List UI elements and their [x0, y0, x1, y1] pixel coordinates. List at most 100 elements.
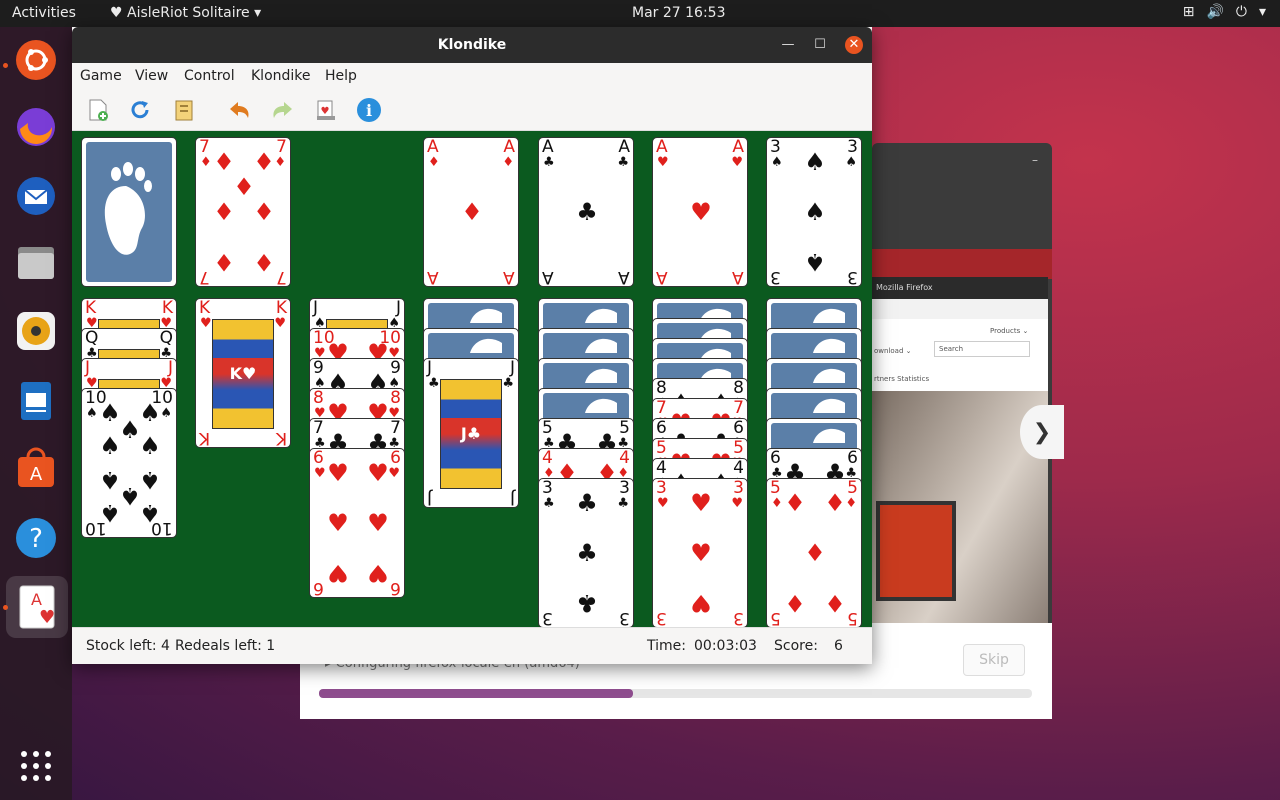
- firefox-download: ownload ⌄: [874, 347, 912, 355]
- files-icon: [18, 247, 54, 279]
- tableau-card[interactable]: 3 3 ♥ ♥ 3 3 ♥ ♥ ♥: [652, 478, 748, 627]
- dock-software[interactable]: A: [12, 445, 60, 493]
- next-slide-button[interactable]: ❯: [1020, 405, 1064, 459]
- firefox-title: Mozilla Firefox: [876, 283, 933, 292]
- minimize-button[interactable]: —: [779, 36, 797, 54]
- show-apps-button[interactable]: [12, 742, 60, 790]
- top-bar: Activities ♥ AisleRiot Solitaire ▾ Mar 2…: [0, 0, 1280, 27]
- score-value: 6: [834, 638, 843, 654]
- firefox-page-header: Products ⌄ ownload ⌄ Search rtners Stati…: [872, 319, 1048, 391]
- chevron-right-icon: ❯: [1032, 419, 1052, 445]
- firefox-products: Products ⌄: [990, 327, 1029, 335]
- activities-button[interactable]: Activities: [12, 5, 76, 21]
- refresh-icon: [131, 101, 149, 119]
- firefox-icon: [17, 108, 55, 146]
- volume-icon: 🔊: [1206, 4, 1224, 20]
- hint-cards-icon: ♥: [317, 100, 335, 120]
- time-label: Time:: [647, 638, 686, 654]
- clipboard-icon: [175, 100, 193, 121]
- svg-text:♥: ♥: [39, 607, 55, 628]
- dock-files[interactable]: [12, 239, 60, 287]
- dock-aisleriot[interactable]: A ♥: [6, 576, 68, 638]
- undo-button[interactable]: [225, 97, 253, 123]
- software-store-icon: A: [18, 447, 54, 487]
- score-label: Score:: [774, 638, 818, 654]
- dock-help[interactable]: ?: [12, 514, 60, 562]
- firefox-screenshot: Mozilla Firefox Products ⌄ ownload ⌄ Sea…: [872, 277, 1048, 623]
- app-menu[interactable]: ♥ AisleRiot Solitaire ▾: [110, 5, 261, 21]
- maximize-button[interactable]: ☐: [811, 36, 829, 54]
- network-icon: ⊞: [1182, 4, 1195, 20]
- firefox-links: rtners Statistics: [874, 375, 930, 383]
- installer-window: – Mozilla Firefox Products ⌄ ownload ⌄ S…: [872, 143, 1052, 623]
- menu-game[interactable]: Game: [80, 68, 122, 84]
- close-button[interactable]: ✕: [845, 36, 863, 54]
- dock-firefox[interactable]: [12, 103, 60, 151]
- dock-thunderbird[interactable]: [12, 172, 60, 220]
- app-menu-label: AisleRiot Solitaire: [127, 5, 250, 21]
- toolbar: ♥ i: [72, 89, 872, 131]
- thunderbird-icon: [17, 177, 55, 215]
- help-icon: ?: [16, 518, 56, 558]
- svg-text:A: A: [30, 464, 43, 485]
- tableau-card[interactable]: 3 3 ♣ ♣ 3 3 ♣ ♣ ♣: [538, 478, 634, 627]
- laptop-image: [876, 501, 956, 601]
- menu-help[interactable]: Help: [325, 68, 357, 84]
- redeals-left-label: Redeals left: 1: [175, 638, 276, 654]
- restart-button[interactable]: [126, 97, 154, 123]
- stock-left-label: Stock left: 4: [86, 638, 170, 654]
- dock-writer[interactable]: [12, 377, 60, 425]
- svg-text:♥: ♥: [321, 106, 330, 117]
- foundation-card[interactable]: A A ♣ ♣ A A ♣: [538, 137, 634, 287]
- tableau-card[interactable]: KK♥♥KKK♥: [195, 298, 291, 448]
- time-value: 00:03:03: [694, 638, 757, 654]
- game-table[interactable]: 7 7 ♦ ♦ 7 7 ♦ ♦ ♦ ♦ ♦ ♦ ♦ A A ♦ ♦ A A ♦ A A ♣ ♣ A A ♣ A A ♥ ♥ A A ♥ 3 3 ♠ ♠ 3 3…: [72, 131, 872, 627]
- tableau-card[interactable]: 6 6 ♥ ♥ 6 6 ♥ ♥ ♥ ♥ ♥ ♥: [309, 448, 405, 598]
- dock-installer[interactable]: [12, 36, 60, 84]
- menu-klondike[interactable]: Klondike: [251, 68, 311, 84]
- menu-view[interactable]: View: [135, 68, 168, 84]
- select-game-button[interactable]: [170, 97, 198, 123]
- foundation-card[interactable]: A A ♥ ♥ A A ♥: [652, 137, 748, 287]
- installer-progress-fill: [319, 689, 633, 698]
- tableau-card[interactable]: 10 10 ♠ ♠ 10 10 ♠ ♠ ♠ ♠ ♠ ♠ ♠ ♠ ♠ ♠: [81, 388, 177, 538]
- writer-icon: [21, 382, 51, 420]
- redo-button[interactable]: [269, 97, 297, 123]
- new-game-button[interactable]: [84, 97, 112, 123]
- foundation-card[interactable]: A A ♦ ♦ A A ♦: [423, 137, 519, 287]
- running-indicator: [3, 63, 8, 68]
- dock-rhythmbox[interactable]: [12, 307, 60, 355]
- solitaire-icon: A♥: [19, 585, 55, 629]
- ubuntu-installer-icon: [16, 40, 56, 80]
- status-bar: Stock left: 4 Redeals left: 1 Time: 00:0…: [72, 627, 872, 664]
- rhythmbox-icon: [17, 312, 55, 350]
- dock: A ? A ♥: [0, 27, 72, 800]
- firefox-search: Search: [934, 341, 1030, 357]
- svg-text:i: i: [366, 101, 372, 120]
- power-icon: ⏻: [1235, 4, 1247, 20]
- svg-text:?: ?: [29, 524, 43, 554]
- stock-pile[interactable]: [81, 137, 177, 287]
- window-titlebar[interactable]: Klondike — ☐ ✕: [72, 27, 872, 63]
- info-icon: i: [357, 98, 381, 122]
- window-title: Klondike: [437, 37, 507, 53]
- about-button[interactable]: i: [355, 97, 383, 123]
- system-tray[interactable]: ⊞ 🔊 ⏻ ▾: [1183, 4, 1266, 20]
- installer-banner: [872, 249, 1052, 279]
- clock[interactable]: Mar 27 16:53: [632, 5, 725, 21]
- redo-icon: [273, 102, 292, 118]
- tableau-card[interactable]: 5 5 ♦ ♦ 5 5 ♦ ♦ ♦ ♦ ♦: [766, 478, 862, 627]
- minimize-icon[interactable]: –: [1032, 153, 1038, 167]
- firefox-navbar: [872, 299, 1048, 319]
- skip-button[interactable]: Skip: [963, 644, 1025, 676]
- menu-control[interactable]: Control: [184, 68, 235, 84]
- running-indicator: [3, 605, 8, 610]
- tableau-card[interactable]: J J ♣ ♣ J J J♣: [423, 358, 519, 508]
- chevron-down-icon: ▾: [1258, 4, 1266, 20]
- hint-button[interactable]: ♥: [312, 97, 340, 123]
- foundation-card[interactable]: 3 3 ♠ ♠ 3 3 ♠ ♠ ♠: [766, 137, 862, 287]
- app-grid-icon: [21, 751, 51, 781]
- waste-card[interactable]: 7 7 ♦ ♦ 7 7 ♦ ♦ ♦ ♦ ♦ ♦ ♦: [195, 137, 291, 287]
- firefox-titlebar: Mozilla Firefox: [872, 277, 1048, 299]
- installer-progress-bar: [319, 689, 1032, 698]
